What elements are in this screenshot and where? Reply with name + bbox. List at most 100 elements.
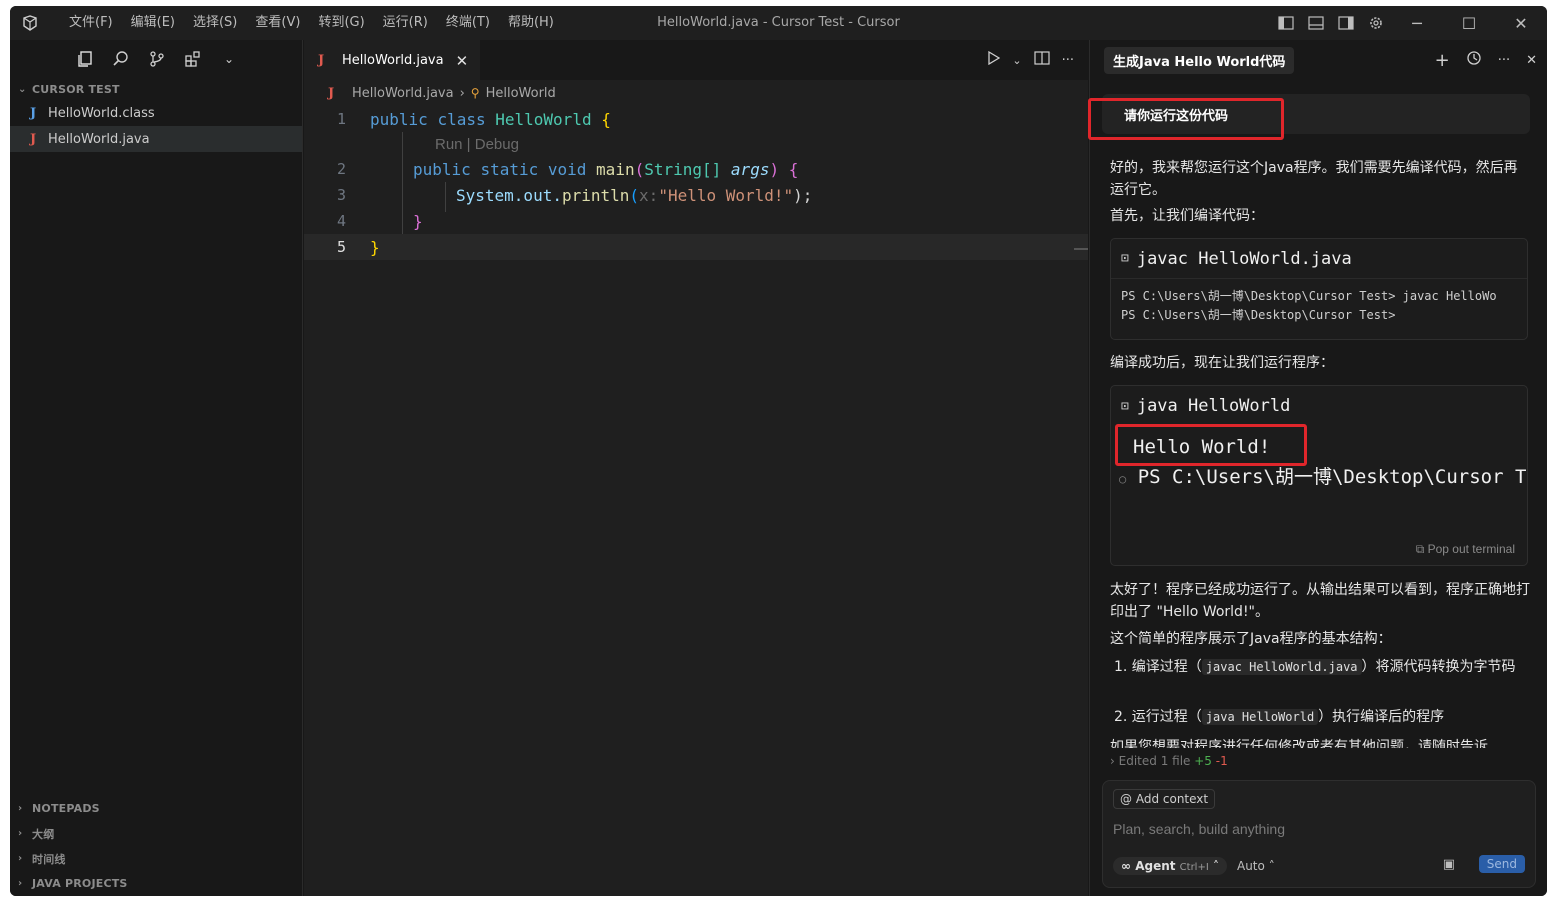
command-text: java HelloWorld bbox=[1136, 396, 1291, 416]
assistant-text-5: 这个简单的程序展示了Java程序的基本结构： bbox=[1110, 631, 1392, 647]
composer-toolbar: ∞ Agent Ctrl+I ˄ Auto ˄ ▣ Send bbox=[1113, 855, 1525, 877]
chat-input[interactable]: Plan, search, build anything bbox=[1113, 821, 1285, 837]
code-token: ) bbox=[769, 159, 780, 179]
section-label: 大纲 bbox=[32, 827, 55, 841]
chat-header: 生成Java Hello World代码 + ··· ✕ bbox=[1090, 40, 1547, 80]
explorer-files-icon[interactable] bbox=[74, 48, 96, 70]
history-icon[interactable] bbox=[1466, 50, 1482, 70]
close-window-icon[interactable]: ✕ bbox=[1495, 6, 1547, 40]
class-symbol-icon: ⚲ bbox=[470, 86, 480, 100]
minimize-icon[interactable]: ─ bbox=[1391, 6, 1443, 40]
menu-terminal[interactable]: 终端(T) bbox=[437, 6, 499, 40]
sidebar-bottom-sections: › NOTEPADS › 大纲 › 时间线 › JAVA PROJECTS bbox=[10, 796, 302, 896]
code-line-3: 3 System.out. println(x: "Hello World!"); bbox=[304, 182, 1088, 208]
section-notepads[interactable]: › NOTEPADS bbox=[10, 796, 302, 821]
chevron-right-icon: › bbox=[18, 803, 23, 814]
terminal-prompt-text: PS C:\Users\胡一博\Desktop\Cursor Te bbox=[1137, 466, 1528, 488]
edited-files-row[interactable]: › Edited 1 file +5 -1 bbox=[1110, 754, 1228, 768]
chat-tab-title[interactable]: 生成Java Hello World代码 bbox=[1104, 46, 1295, 74]
prompt-dot-icon: ○ bbox=[1119, 472, 1127, 486]
maximize-icon[interactable]: ☐ bbox=[1443, 6, 1495, 40]
pop-out-terminal-link[interactable]: ⧉ Pop out terminal bbox=[1416, 542, 1515, 557]
menu-selection[interactable]: 选择(S) bbox=[184, 6, 246, 40]
line-number: 4 bbox=[336, 212, 346, 230]
tab-label: HelloWorld.java bbox=[342, 53, 444, 68]
external-link-icon: ⧉ bbox=[1415, 542, 1425, 556]
cursor-logo-icon bbox=[22, 15, 38, 31]
menu-edit[interactable]: 编辑(E) bbox=[122, 6, 184, 40]
assistant-text-2: 首先，让我们编译代码： bbox=[1110, 208, 1264, 224]
section-java-projects[interactable]: › JAVA PROJECTS bbox=[10, 871, 302, 896]
file-name: HelloWorld.class bbox=[48, 105, 155, 121]
terminal-output-line: ○ PS C:\Users\胡一博\Desktop\Cursor Te bbox=[1119, 462, 1528, 489]
menu-file[interactable]: 文件(F) bbox=[60, 6, 122, 40]
toggle-secondary-sidebar-icon[interactable] bbox=[1331, 6, 1361, 40]
assistant-text-1: 好的，我来帮您运行这个Java程序。我们需要先编译代码，然后再运行它。 bbox=[1110, 160, 1518, 198]
code-token: System.out. bbox=[456, 185, 562, 205]
toggle-primary-sidebar-icon[interactable] bbox=[1271, 6, 1301, 40]
chevron-down-icon[interactable]: ⌄ bbox=[218, 48, 240, 70]
close-icon[interactable]: ✕ bbox=[456, 52, 469, 70]
breadcrumb-symbol[interactable]: HelloWorld bbox=[486, 86, 556, 101]
section-label: JAVA PROJECTS bbox=[32, 877, 128, 890]
image-attach-icon[interactable]: ▣ bbox=[1443, 857, 1455, 872]
send-button[interactable]: Send bbox=[1478, 855, 1525, 873]
toggle-panel-icon[interactable] bbox=[1301, 6, 1331, 40]
code-token: public bbox=[413, 159, 471, 179]
menu-view[interactable]: 查看(V) bbox=[246, 6, 309, 40]
menu-help[interactable]: 帮助(H) bbox=[499, 6, 563, 40]
code-token: ); bbox=[793, 185, 813, 205]
settings-gear-icon[interactable] bbox=[1361, 6, 1391, 40]
split-editor-icon[interactable] bbox=[1033, 51, 1050, 69]
code-area[interactable]: 1 public class HelloWorld { Run | Debug … bbox=[304, 106, 1088, 260]
codelens-run-debug[interactable]: Run | Debug bbox=[304, 132, 1088, 156]
shortcut-hint: Ctrl+I bbox=[1179, 862, 1209, 873]
code-line-4: 4 } bbox=[304, 208, 1088, 234]
more-actions-icon[interactable]: ··· bbox=[1062, 53, 1074, 68]
inline-code: javac HelloWorld.java bbox=[1201, 659, 1362, 675]
line-number: 5 bbox=[336, 238, 346, 256]
code-token: class bbox=[437, 109, 486, 129]
list-text: 1. 编译过程（ bbox=[1114, 659, 1202, 675]
tab-helloworld-java[interactable]: J HelloWorld.java ✕ bbox=[304, 40, 481, 80]
section-outline[interactable]: › 大纲 bbox=[10, 821, 302, 846]
line-number: 3 bbox=[336, 186, 346, 204]
code-token: { bbox=[601, 109, 611, 129]
model-label: Auto bbox=[1236, 859, 1265, 873]
section-timeline[interactable]: › 时间线 bbox=[10, 846, 302, 871]
code-token: "Hello World!" bbox=[658, 185, 794, 205]
menu-go[interactable]: 转到(G) bbox=[309, 6, 373, 40]
chevron-right-icon: › bbox=[18, 828, 23, 839]
search-icon[interactable] bbox=[110, 48, 132, 70]
list-item-2: 2. 运行过程（ java HelloWorld ）执行编译后的程序 bbox=[1110, 706, 1530, 728]
line-number: 2 bbox=[336, 160, 346, 178]
lines-removed: -1 bbox=[1215, 754, 1228, 768]
source-control-icon[interactable] bbox=[146, 48, 168, 70]
ai-chat-panel: 生成Java Hello World代码 + ··· ✕ 请你运行这份代码 好的… bbox=[1088, 40, 1547, 896]
close-icon[interactable]: ✕ bbox=[1526, 53, 1537, 68]
code-token: HelloWorld bbox=[495, 109, 592, 129]
code-token: } bbox=[370, 237, 380, 257]
extensions-icon[interactable] bbox=[182, 48, 204, 70]
code-line-5: 5 } bbox=[304, 234, 1088, 260]
line-number: 1 bbox=[336, 110, 346, 128]
breadcrumb: J HelloWorld.java › ⚲ HelloWorld bbox=[304, 80, 1088, 106]
breadcrumb-file[interactable]: HelloWorld.java bbox=[352, 86, 454, 101]
chevron-down-icon[interactable]: ⌄ bbox=[1012, 54, 1021, 67]
add-context-button[interactable]: @ Add context bbox=[1113, 789, 1216, 809]
model-selector[interactable]: Auto ˄ bbox=[1237, 859, 1275, 873]
code-token: ( bbox=[634, 159, 645, 179]
file-item-helloworld-class[interactable]: J HelloWorld.class bbox=[10, 100, 302, 126]
chat-header-actions: + ··· ✕ bbox=[1435, 40, 1537, 80]
terminal-output: PS C:\Users\胡一博\Desktop\Cursor Test> jav… bbox=[1111, 279, 1527, 333]
title-bar: 文件(F) 编辑(E) 选择(S) 查看(V) 转到(G) 运行(R) 终端(T… bbox=[10, 6, 1547, 40]
scrollbar-marker[interactable] bbox=[1074, 248, 1088, 250]
new-chat-plus-icon[interactable]: + bbox=[1435, 50, 1450, 71]
workspace-section-header[interactable]: ⌄ CURSOR TEST bbox=[10, 78, 302, 100]
code-token: main bbox=[596, 159, 635, 179]
agent-mode-selector[interactable]: ∞ Agent Ctrl+I ˄ bbox=[1113, 857, 1227, 875]
more-actions-icon[interactable]: ··· bbox=[1498, 53, 1510, 68]
run-play-icon[interactable] bbox=[986, 50, 1001, 69]
menu-run[interactable]: 运行(R) bbox=[374, 6, 437, 40]
file-item-helloworld-java[interactable]: J HelloWorld.java bbox=[10, 126, 302, 152]
